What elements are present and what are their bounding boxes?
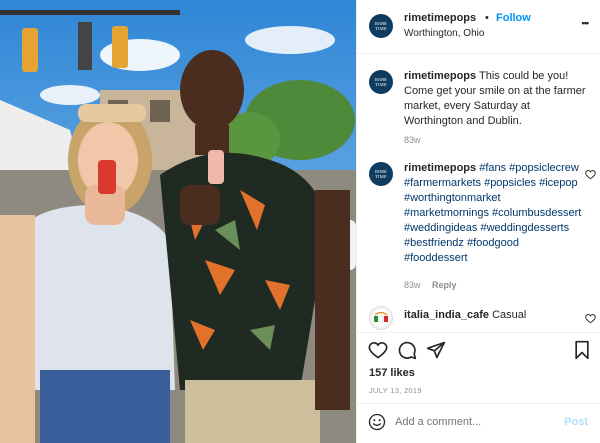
follow-separator: • xyxy=(485,12,489,24)
caption: rimetimepops This could be you! Come get… xyxy=(404,69,589,129)
comment-box-divider xyxy=(357,403,600,404)
cafe-comment: italia_india_cafe Casual xyxy=(404,308,526,323)
post-location[interactable]: Worthington, Ohio xyxy=(404,28,484,39)
cafe-comment-like-icon[interactable] xyxy=(585,313,596,324)
hashtag-comment-like-icon[interactable] xyxy=(585,169,596,180)
hashtag-comment: rimetimepops #fans #popsiclecrew #farmer… xyxy=(404,161,582,266)
comment-input[interactable] xyxy=(395,412,555,432)
post-panel: RIME TIME rimetimepops • Follow Worthing… xyxy=(356,0,600,443)
more-options-icon[interactable]: ••• xyxy=(582,18,590,28)
caption-username[interactable]: rimetimepops xyxy=(404,70,476,82)
actions-divider xyxy=(357,332,600,333)
cafe-comment-username[interactable]: italia_india_cafe xyxy=(404,309,489,321)
reply-button[interactable]: Reply xyxy=(432,280,457,290)
author-username[interactable]: rimetimepops xyxy=(404,12,476,24)
heart-icon[interactable] xyxy=(368,340,388,360)
hashtag-comment-age: 83w xyxy=(404,280,421,290)
photo-image xyxy=(0,0,356,443)
cafe-comment-text: Casual xyxy=(492,309,527,321)
caption-age: 83w xyxy=(404,135,421,145)
post-comment-button[interactable]: Post xyxy=(564,416,588,428)
comment-icon[interactable] xyxy=(397,340,417,360)
hashtag-comment-avatar[interactable]: RIME TIME xyxy=(369,162,393,186)
post-photo[interactable] xyxy=(0,0,356,443)
likes-count[interactable]: 157 likes xyxy=(369,367,415,379)
commenter-logo-icon xyxy=(372,309,390,327)
post-date: JULY 13, 2019 xyxy=(369,386,422,395)
hashtag-list[interactable]: #fans #popsiclecrew #farmermarkets #pops… xyxy=(404,162,581,264)
caption-avatar[interactable]: RIME TIME xyxy=(369,70,393,94)
post-header: RIME TIME rimetimepops • Follow Worthing… xyxy=(357,0,600,53)
share-icon[interactable] xyxy=(426,340,446,360)
header-divider xyxy=(357,53,600,54)
emoji-icon[interactable] xyxy=(368,413,386,431)
bookmark-icon[interactable] xyxy=(572,340,592,360)
commenter-avatar[interactable] xyxy=(369,306,393,330)
hashtag-comment-username[interactable]: rimetimepops xyxy=(404,162,476,174)
follow-button[interactable]: Follow xyxy=(496,12,531,24)
author-avatar[interactable]: RIME TIME xyxy=(369,14,393,38)
